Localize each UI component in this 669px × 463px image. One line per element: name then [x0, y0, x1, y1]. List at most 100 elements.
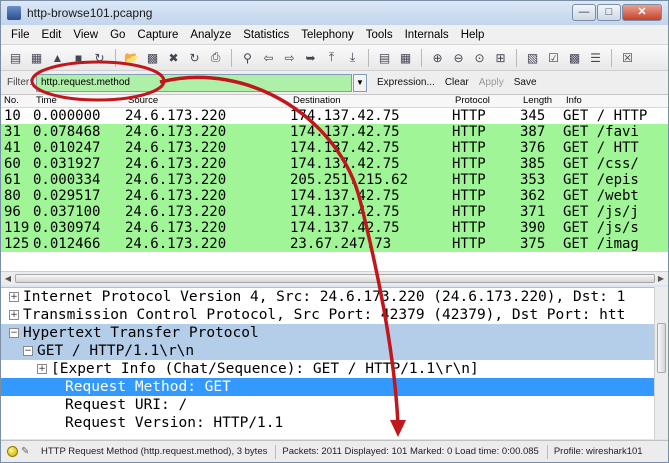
packet-cell-dst: 23.67.247.73: [290, 236, 392, 252]
packet-row[interactable]: 60 0.031927 24.6.173.220 174.137.42.75 HTTP 3…: [1, 156, 668, 172]
detail-tree-item[interactable]: + Transmission Control Protocol, Src Port…: [1, 306, 668, 324]
packet-row[interactable]: 119 0.030974 24.6.173.220 174.137.42.75 HTTP…: [1, 220, 668, 236]
packet-cell-proto: HTTP: [452, 108, 486, 124]
menu-view[interactable]: View: [67, 29, 104, 41]
close-button[interactable]: ✕: [622, 4, 662, 21]
column-header-destination[interactable]: Destination: [290, 95, 452, 107]
packet-row[interactable]: 80 0.029517 24.6.173.220 174.137.42.75 HTTP 3…: [1, 188, 668, 204]
detail-text: Request Version: HTTP/1.1: [65, 415, 284, 431]
menu-help[interactable]: Help: [455, 29, 491, 41]
save-filter-button[interactable]: Save: [514, 77, 537, 88]
coloring-rules-icon[interactable]: ▩: [566, 49, 583, 66]
packet-row[interactable]: 125 0.012466 24.6.173.220 23.67.247.73 HTTP 3…: [1, 236, 668, 252]
column-header-source[interactable]: Source: [125, 95, 290, 107]
packet-row[interactable]: 31 0.078468 24.6.173.220 174.137.42.75 HTTP 3…: [1, 124, 668, 140]
packet-cell-info: GET / HTT: [563, 140, 639, 156]
packet-row[interactable]: 41 0.010247 24.6.173.220 174.137.42.75 HTTP 3…: [1, 140, 668, 156]
packet-row[interactable]: 10 0.000000 24.6.173.220 174.137.42.75 HTTP 3…: [1, 108, 668, 124]
expert-info-icon[interactable]: [7, 446, 18, 457]
status-bar: ✎ HTTP Request Method (http.request.meth…: [1, 440, 668, 462]
scroll-left-icon[interactable]: ◀: [2, 273, 14, 284]
scroll-thumb[interactable]: [15, 274, 655, 283]
zoom-out-icon[interactable]: ⊖: [450, 49, 467, 66]
reload-icon[interactable]: ↻: [186, 49, 203, 66]
autoscroll-icon[interactable]: ▦: [397, 49, 414, 66]
column-header-protocol[interactable]: Protocol: [452, 95, 520, 107]
filter-dropdown-icon[interactable]: ▼: [353, 73, 367, 92]
packet-cell-dst: 174.137.42.75: [290, 140, 400, 156]
packet-cell-proto: HTTP: [452, 172, 486, 188]
scroll-thumb[interactable]: [657, 323, 666, 373]
print-icon[interactable]: ⎙: [207, 49, 224, 66]
expression-button[interactable]: Expression...: [377, 77, 435, 88]
status-divider: [275, 444, 277, 459]
menu-telephony[interactable]: Telephony: [295, 29, 359, 41]
menu-go[interactable]: Go: [104, 29, 131, 41]
packet-row[interactable]: 61 0.000334 24.6.173.220 205.251.215.62 HTTP…: [1, 172, 668, 188]
menu-internals[interactable]: Internals: [399, 29, 455, 41]
capture-filter-icon[interactable]: ▧: [524, 49, 541, 66]
menu-analyze[interactable]: Analyze: [184, 29, 237, 41]
first-icon[interactable]: ⤒: [323, 49, 340, 66]
back-icon[interactable]: ⇦: [260, 49, 277, 66]
packet-cell-len: 390: [520, 220, 546, 236]
minimize-button[interactable]: —: [572, 4, 596, 21]
last-icon[interactable]: ⤓: [344, 49, 361, 66]
packet-details-pane: + Internet Protocol Version 4, Src: 24.6.…: [1, 287, 668, 439]
expand-icon[interactable]: +: [9, 310, 19, 320]
detail-text: Transmission Control Protocol, Src Port:…: [23, 307, 626, 323]
column-header-info[interactable]: Info: [563, 95, 668, 107]
display-filter-icon[interactable]: ☑: [545, 49, 562, 66]
packet-cell-no: 31: [4, 124, 21, 140]
expand-icon[interactable]: +: [9, 292, 19, 302]
column-header-length[interactable]: Length: [520, 95, 563, 107]
save-icon[interactable]: ▩: [144, 49, 161, 66]
detail-tree-item[interactable]: − GET / HTTP/1.1\r\n: [1, 342, 668, 360]
open-icon[interactable]: 📂: [123, 49, 140, 66]
details-vscrollbar[interactable]: [654, 287, 668, 439]
apply-button[interactable]: Apply: [479, 77, 504, 88]
options-icon[interactable]: ▦: [28, 49, 45, 66]
detail-tree-item[interactable]: Request URI: /: [1, 396, 668, 414]
menu-file[interactable]: File: [5, 29, 36, 41]
find-icon[interactable]: ⚲: [239, 49, 256, 66]
clear-button[interactable]: Clear: [445, 77, 469, 88]
menu-bar: File Edit View Go Capture Analyze Statis…: [1, 25, 668, 45]
expand-icon[interactable]: +: [37, 364, 47, 374]
collapse-icon[interactable]: −: [23, 346, 33, 356]
goto-icon[interactable]: ➥: [302, 49, 319, 66]
zoom-in-icon[interactable]: ⊕: [429, 49, 446, 66]
help-icon[interactable]: ☒: [619, 49, 636, 66]
menu-statistics[interactable]: Statistics: [237, 29, 295, 41]
column-header-no[interactable]: No.: [1, 95, 33, 107]
menu-edit[interactable]: Edit: [36, 29, 68, 41]
packet-cell-dst: 205.251.215.62: [290, 172, 409, 188]
detail-tree-item[interactable]: + [Expert Info (Chat/Sequence): GET / HTT…: [1, 360, 668, 378]
stop-capture-icon[interactable]: ■: [70, 49, 87, 66]
scroll-right-icon[interactable]: ▶: [655, 273, 667, 284]
capture-comment-icon[interactable]: ✎: [21, 446, 35, 458]
prefs-icon[interactable]: ☰: [587, 49, 604, 66]
detail-tree-item[interactable]: Request Version: HTTP/1.1: [1, 414, 668, 432]
colorize-icon[interactable]: ▤: [376, 49, 393, 66]
zoom-normal-icon[interactable]: ⊙: [471, 49, 488, 66]
start-capture-icon[interactable]: ▲: [49, 49, 66, 66]
profile-text[interactable]: Profile: wireshark101: [554, 446, 643, 457]
detail-tree-item[interactable]: Request Method: GET: [1, 378, 668, 396]
interfaces-icon[interactable]: ▤: [7, 49, 24, 66]
collapse-icon[interactable]: −: [9, 328, 19, 338]
detail-tree-item[interactable]: + Internet Protocol Version 4, Src: 24.6.…: [1, 288, 668, 306]
menu-tools[interactable]: Tools: [360, 29, 399, 41]
close-file-icon[interactable]: ✖: [165, 49, 182, 66]
column-header-time[interactable]: Time: [33, 95, 125, 107]
detail-tree-item[interactable]: − Hypertext Transfer Protocol: [1, 324, 668, 342]
menu-capture[interactable]: Capture: [131, 29, 184, 41]
restart-capture-icon[interactable]: ↻: [91, 49, 108, 66]
forward-icon[interactable]: ⇨: [281, 49, 298, 66]
display-filter-input[interactable]: http.request.method: [36, 73, 352, 92]
packet-cell-info: GET /js/j: [563, 204, 639, 220]
resize-icon[interactable]: ⊞: [492, 49, 509, 66]
packet-list-hscrollbar[interactable]: ◀ ▶: [1, 271, 668, 285]
maximize-button[interactable]: □: [597, 4, 621, 21]
packet-row[interactable]: 96 0.037100 24.6.173.220 174.137.42.75 HTTP 3…: [1, 204, 668, 220]
